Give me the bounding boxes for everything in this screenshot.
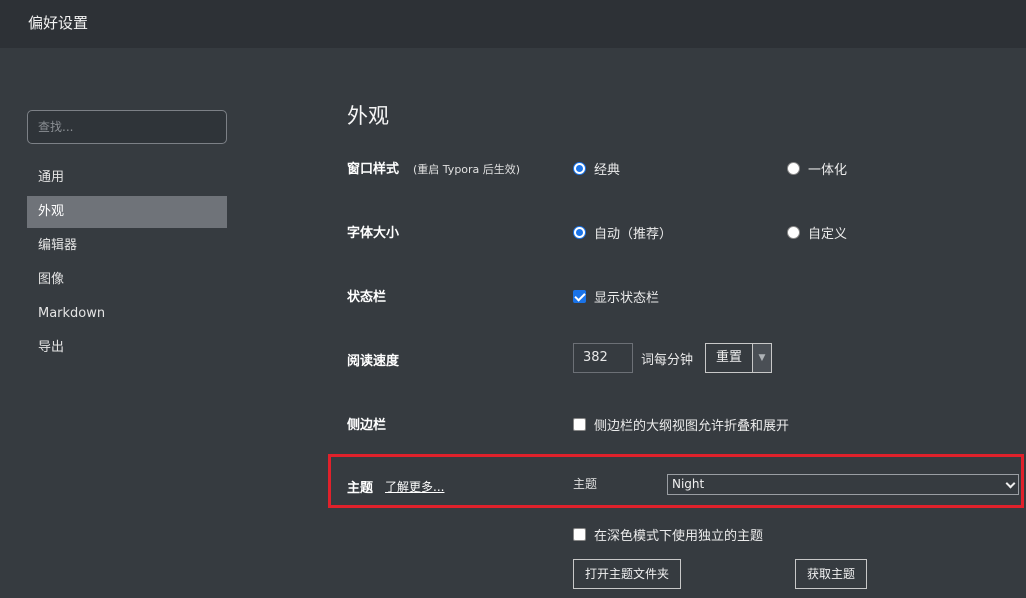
dark-mode-theme-checkbox[interactable]: [573, 528, 586, 541]
font-size-custom-label: 自定义: [808, 227, 848, 242]
sidebar-item-appearance[interactable]: 外观: [27, 196, 227, 228]
reset-button[interactable]: 重置: [705, 343, 753, 373]
dark-mode-theme-option[interactable]: 在深色模式下使用独立的主题: [573, 525, 763, 544]
theme-label: 主题: [347, 481, 374, 496]
theme-select[interactable]: Night: [667, 474, 1019, 495]
window-style-label: 窗口样式 (重启 Typora 后生效): [347, 158, 520, 177]
radio-custom[interactable]: [787, 226, 800, 239]
chevron-down-icon: [1005, 478, 1016, 489]
font-size-auto-label: 自动（推荐）: [594, 227, 673, 242]
open-theme-folder-button[interactable]: 打开主题文件夹: [573, 559, 681, 589]
sidebar-item-export[interactable]: 导出: [27, 332, 227, 364]
window-style-note: (重启 Typora 后生效): [413, 163, 521, 176]
radio-classic[interactable]: [573, 162, 586, 175]
page-title: 外观: [347, 104, 389, 128]
window-style-classic-label: 经典: [594, 163, 621, 178]
sidebar-item-markdown[interactable]: Markdown: [27, 298, 227, 330]
show-status-bar-checkbox[interactable]: [573, 290, 586, 303]
sidebar-item-general[interactable]: 通用: [27, 162, 227, 194]
window-style-unified-option[interactable]: 一体化: [787, 159, 847, 178]
show-status-bar-option[interactable]: 显示状态栏: [573, 287, 659, 306]
reset-dropdown-caret-icon[interactable]: ▼: [753, 343, 772, 373]
theme-select-label: 主题: [573, 477, 598, 491]
window-style-classic-option[interactable]: 经典: [573, 159, 620, 178]
sidebar-nav: 通用 外观 编辑器 图像 Markdown 导出: [27, 162, 227, 366]
reading-speed-input[interactable]: 382: [573, 343, 633, 373]
radio-auto[interactable]: [573, 226, 586, 239]
get-themes-button[interactable]: 获取主题: [795, 559, 867, 589]
window-title: 偏好设置: [28, 14, 89, 32]
sidebar-outline-collapse-option[interactable]: 侧边栏的大纲视图允许折叠和展开: [573, 415, 789, 434]
font-size-label: 字体大小: [347, 226, 400, 241]
theme-select-value: Night: [672, 477, 705, 491]
font-size-auto-option[interactable]: 自动（推荐）: [573, 223, 672, 242]
sidebar-item-editor[interactable]: 编辑器: [27, 230, 227, 262]
sidebar-outline-collapse-checkbox[interactable]: [573, 418, 586, 431]
reading-speed-label: 阅读速度: [347, 354, 400, 369]
reading-speed-unit: 词每分钟: [641, 353, 694, 368]
status-bar-label: 状态栏: [347, 290, 387, 305]
window-style-unified-label: 一体化: [808, 163, 848, 178]
show-status-bar-label: 显示状态栏: [594, 291, 660, 306]
sidebar-outline-collapse-label: 侧边栏的大纲视图允许折叠和展开: [594, 419, 790, 434]
sidebar-setting-label: 侧边栏: [347, 418, 387, 433]
search-box[interactable]: [27, 110, 227, 144]
search-input[interactable]: [28, 111, 226, 143]
sidebar-item-image[interactable]: 图像: [27, 264, 227, 296]
learn-more-link[interactable]: 了解更多...: [385, 478, 444, 495]
dark-mode-theme-label: 在深色模式下使用独立的主题: [594, 529, 764, 544]
radio-unified[interactable]: [787, 162, 800, 175]
title-bar: 偏好设置: [0, 0, 1026, 48]
font-size-custom-option[interactable]: 自定义: [787, 223, 847, 242]
window-style-label-text: 窗口样式: [347, 162, 400, 177]
